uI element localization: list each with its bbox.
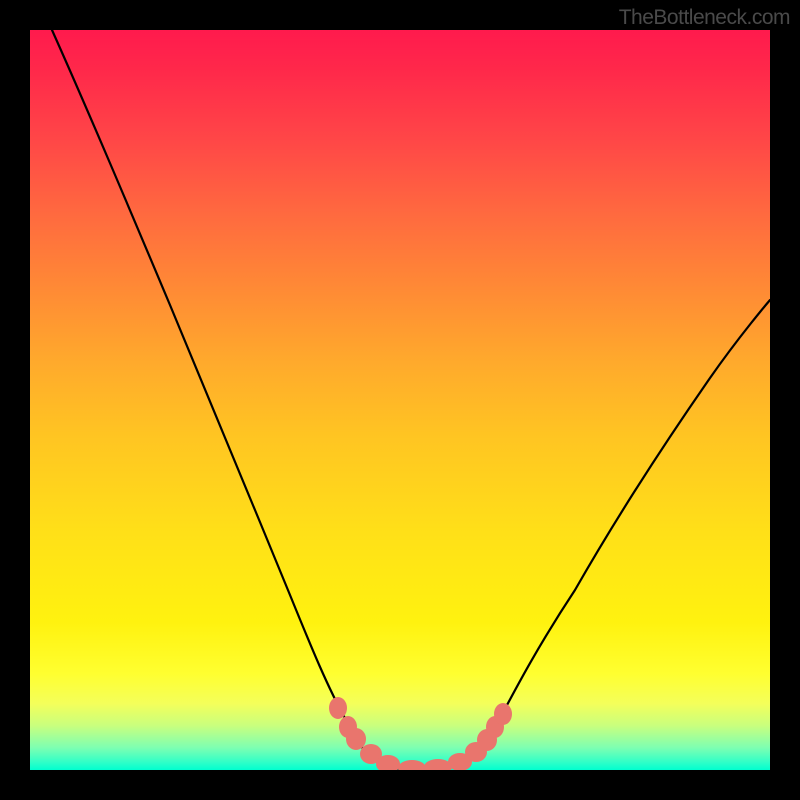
trough-marker: [398, 760, 426, 770]
trough-marker: [346, 728, 366, 750]
trough-marker: [494, 703, 512, 725]
bottleneck-curve: [52, 30, 770, 770]
trough-marker-group: [329, 697, 512, 770]
watermark-text: TheBottleneck.com: [619, 6, 790, 30]
curve-layer: [30, 30, 770, 770]
chart-frame: TheBottleneck.com: [0, 0, 800, 800]
trough-marker: [424, 759, 452, 770]
trough-marker: [329, 697, 347, 719]
plot-area: [30, 30, 770, 770]
